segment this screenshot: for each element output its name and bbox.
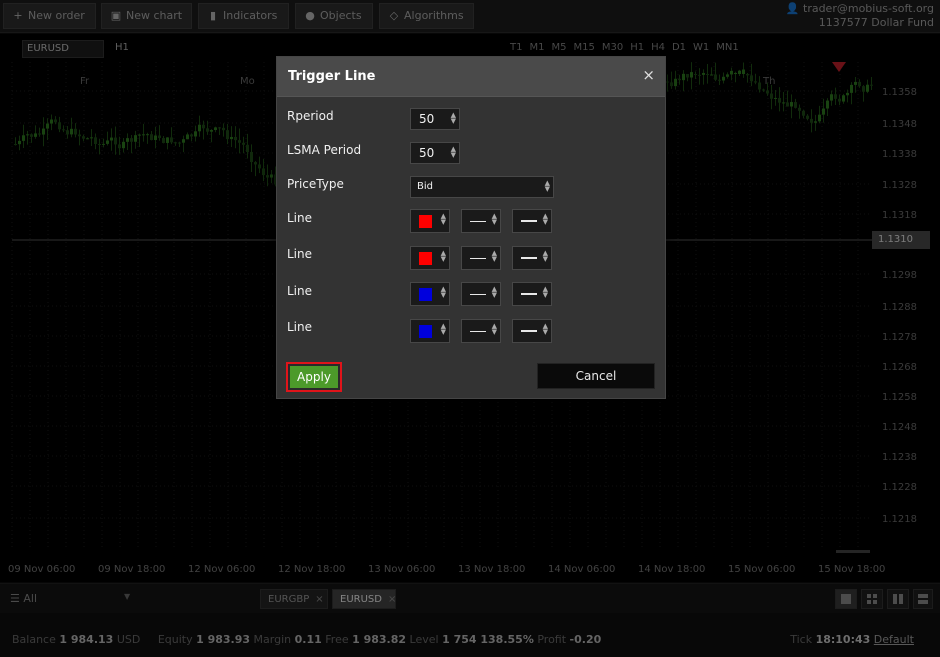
close-icon[interactable]: × [642, 66, 655, 84]
stepper-arrows-icon[interactable]: ▲ ▼ [451, 146, 456, 159]
line-2-label: Line [287, 247, 313, 261]
dialog-header: Trigger Line × [277, 57, 665, 97]
line-2-color-picker[interactable]: ▲ ▼ [410, 246, 450, 270]
line-1-width-select[interactable]: ▲ ▼ [512, 209, 552, 233]
stepper-arrows-icon: ▲ ▼ [491, 322, 497, 336]
thin-line-icon [470, 258, 486, 259]
line-3-label: Line [287, 284, 313, 298]
line-2-style-select[interactable]: ▲ ▼ [461, 246, 501, 270]
thick-line-icon [521, 257, 537, 259]
line-2-width-select[interactable]: ▲ ▼ [512, 246, 552, 270]
trigger-line-dialog: Trigger Line × Rperiod 50 ▲ ▼ LSMA Period … [276, 56, 666, 399]
color-swatch [419, 288, 432, 301]
thin-line-icon [470, 294, 486, 295]
pricetype-select[interactable]: Bid ▲ ▼ [410, 176, 554, 198]
pricetype-label: PriceType [287, 177, 344, 191]
stepper-arrows-icon: ▲ ▼ [440, 285, 446, 299]
select-arrows-icon: ▲ ▼ [544, 179, 550, 193]
line-4-color-picker[interactable]: ▲ ▼ [410, 319, 450, 343]
stepper-arrows-icon: ▲ ▼ [491, 212, 497, 226]
thin-line-icon [470, 331, 486, 332]
stepper-arrows-icon: ▲ ▼ [491, 285, 497, 299]
lsma-period-stepper[interactable]: 50 ▲ ▼ [410, 142, 460, 164]
stepper-arrows-icon: ▲ ▼ [542, 249, 548, 263]
thick-line-icon [521, 220, 537, 222]
stepper-arrows-icon: ▲ ▼ [542, 212, 548, 226]
lsma-period-label: LSMA Period [287, 143, 362, 157]
line-3-color-picker[interactable]: ▲ ▼ [410, 282, 450, 306]
stepper-arrows-icon: ▲ ▼ [542, 322, 548, 336]
line-4-label: Line [287, 320, 313, 334]
rperiod-label: Rperiod [287, 109, 334, 123]
thick-line-icon [521, 330, 537, 332]
line-1-style-select[interactable]: ▲ ▼ [461, 209, 501, 233]
thick-line-icon [521, 293, 537, 295]
line-1-label: Line [287, 211, 313, 225]
stepper-arrows-icon: ▲ ▼ [542, 285, 548, 299]
line-4-style-select[interactable]: ▲ ▼ [461, 319, 501, 343]
stepper-arrows-icon: ▲ ▼ [440, 249, 446, 263]
color-swatch [419, 215, 432, 228]
stepper-arrows-icon[interactable]: ▲ ▼ [451, 112, 456, 125]
stepper-arrows-icon: ▲ ▼ [440, 212, 446, 226]
dialog-title: Trigger Line [288, 69, 376, 84]
thin-line-icon [470, 221, 486, 222]
color-swatch [419, 325, 432, 338]
line-3-style-select[interactable]: ▲ ▼ [461, 282, 501, 306]
stepper-arrows-icon: ▲ ▼ [440, 322, 446, 336]
cancel-button[interactable]: Cancel [537, 363, 655, 389]
color-swatch [419, 252, 432, 265]
rperiod-stepper[interactable]: 50 ▲ ▼ [410, 108, 460, 130]
line-1-color-picker[interactable]: ▲ ▼ [410, 209, 450, 233]
stepper-arrows-icon: ▲ ▼ [491, 249, 497, 263]
apply-button[interactable]: Apply [286, 362, 342, 392]
line-4-width-select[interactable]: ▲ ▼ [512, 319, 552, 343]
line-3-width-select[interactable]: ▲ ▼ [512, 282, 552, 306]
